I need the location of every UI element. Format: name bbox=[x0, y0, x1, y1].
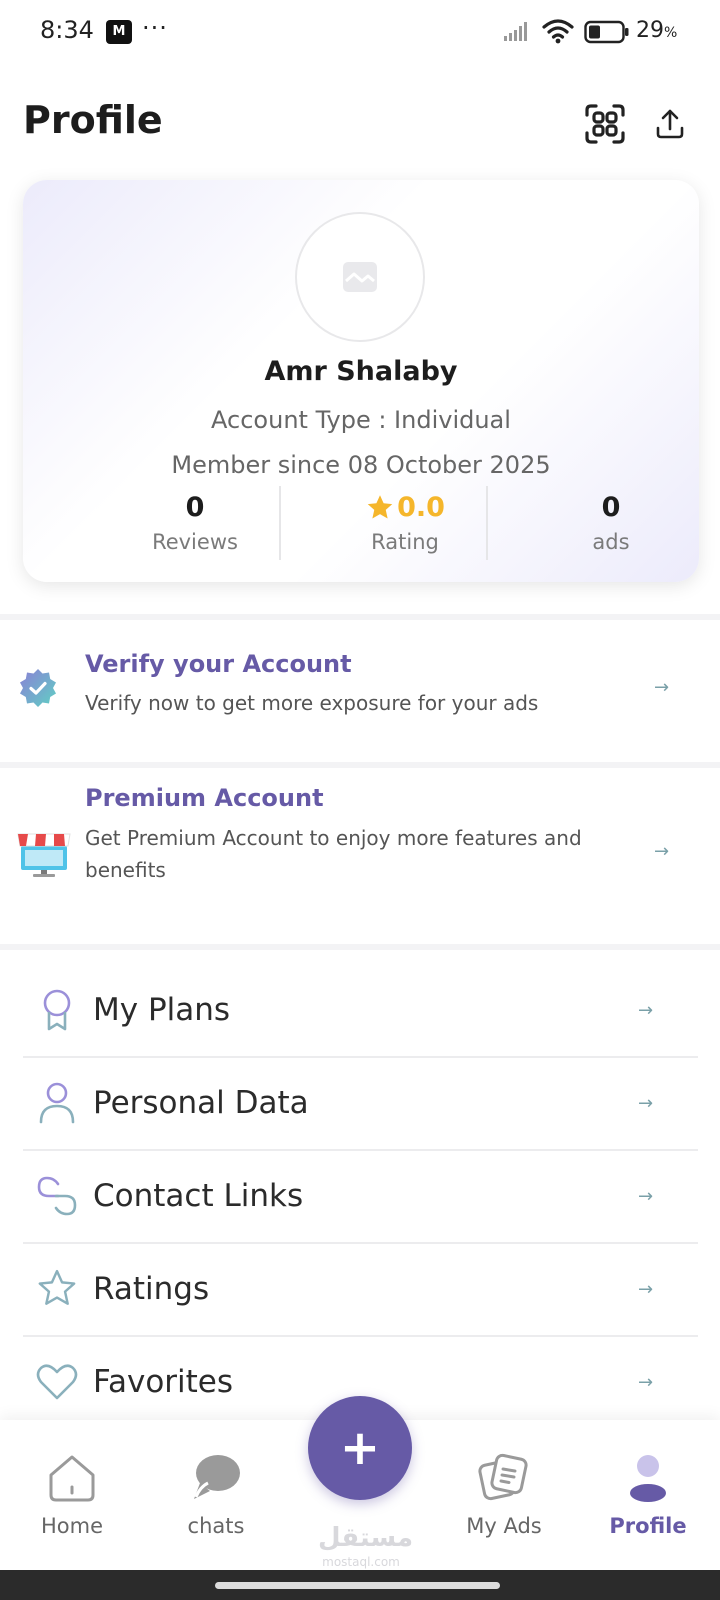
notification-app-icon: M bbox=[106, 20, 132, 44]
stat-reviews[interactable]: 0 Reviews bbox=[95, 490, 295, 554]
account-type: Account Type : Individual bbox=[211, 406, 511, 434]
arrow-right-icon: → bbox=[654, 841, 670, 862]
arrow-right-icon: → bbox=[654, 677, 670, 698]
star-icon bbox=[35, 1267, 79, 1311]
ads-label: ads bbox=[592, 530, 630, 554]
premium-description: Get Premium Account to enjoy more featur… bbox=[85, 826, 582, 882]
ads-icon bbox=[444, 1450, 564, 1506]
nav-label: My Ads bbox=[466, 1514, 542, 1538]
menu-item-ratings[interactable]: Ratings → bbox=[23, 1245, 698, 1337]
menu-label: Ratings bbox=[93, 1271, 210, 1307]
nav-label: chats bbox=[187, 1514, 245, 1538]
reviews-label: Reviews bbox=[152, 530, 238, 554]
verify-title: Verify your Account bbox=[85, 650, 352, 678]
stat-rating[interactable]: 0.0 Rating bbox=[305, 490, 505, 554]
section-separator bbox=[0, 944, 720, 950]
verified-badge-icon bbox=[16, 666, 60, 714]
nav-label: Home bbox=[40, 1514, 103, 1538]
reviews-count: 0 bbox=[185, 492, 205, 523]
profile-icon bbox=[588, 1450, 708, 1506]
signal-icon bbox=[504, 20, 530, 46]
user-icon bbox=[35, 1081, 79, 1125]
stat-divider bbox=[279, 486, 281, 560]
nav-chats[interactable]: chats bbox=[156, 1450, 276, 1538]
nav-home[interactable]: Home bbox=[12, 1450, 132, 1538]
menu-label: Personal Data bbox=[93, 1085, 309, 1121]
ads-count: 0 bbox=[601, 492, 621, 523]
arrow-right-icon: → bbox=[638, 1279, 654, 1300]
battery-percent: 29% bbox=[636, 18, 678, 43]
menu-label: Contact Links bbox=[93, 1178, 304, 1214]
award-icon bbox=[35, 988, 79, 1032]
page-title: Profile bbox=[23, 98, 163, 142]
chat-icon bbox=[156, 1450, 276, 1506]
wifi-icon bbox=[542, 18, 574, 48]
profile-name: Amr Shalaby bbox=[264, 356, 458, 387]
arrow-right-icon: → bbox=[638, 1093, 654, 1114]
system-gesture-area bbox=[0, 1570, 720, 1600]
nav-profile[interactable]: Profile bbox=[588, 1450, 708, 1538]
image-placeholder-icon bbox=[343, 262, 377, 292]
avatar[interactable] bbox=[295, 212, 425, 342]
store-icon bbox=[16, 832, 72, 882]
menu-label: Favorites bbox=[93, 1364, 234, 1400]
menu-item-my-plans[interactable]: My Plans → bbox=[23, 966, 698, 1058]
more-notifications-icon: ··· bbox=[142, 14, 168, 42]
share-icon[interactable] bbox=[648, 102, 692, 146]
plus-icon: + bbox=[339, 1420, 381, 1476]
star-filled-icon bbox=[367, 495, 393, 519]
qr-scan-icon[interactable] bbox=[583, 102, 627, 146]
verify-description: Verify now to get more exposure for your… bbox=[85, 691, 539, 715]
rating-label: Rating bbox=[371, 530, 439, 554]
status-bar: 8:34 M ··· 29% bbox=[0, 0, 720, 64]
profile-card: Amr Shalaby Account Type : Individual Me… bbox=[23, 180, 699, 582]
arrow-right-icon: → bbox=[638, 1372, 654, 1393]
add-ad-button[interactable]: + bbox=[308, 1396, 412, 1500]
link-icon bbox=[35, 1174, 79, 1218]
member-since: Member since 08 October 2025 bbox=[171, 451, 551, 479]
premium-title: Premium Account bbox=[85, 784, 324, 812]
watermark-logo: مستقل mostaql.com bbox=[318, 1523, 414, 1569]
heart-icon bbox=[35, 1360, 79, 1404]
status-time: 8:34 bbox=[40, 16, 94, 44]
home-gesture-bar[interactable] bbox=[215, 1582, 500, 1589]
premium-account-row[interactable]: Premium Account Get Premium Account to e… bbox=[0, 768, 720, 944]
stat-divider bbox=[486, 486, 488, 560]
verify-account-row[interactable]: Verify your Account Verify now to get mo… bbox=[0, 620, 720, 762]
battery-icon bbox=[584, 20, 630, 48]
home-icon bbox=[12, 1450, 132, 1506]
nav-label: Profile bbox=[609, 1514, 687, 1538]
menu-item-contact-links[interactable]: Contact Links → bbox=[23, 1152, 698, 1244]
arrow-right-icon: → bbox=[638, 1186, 654, 1207]
nav-my-ads[interactable]: My Ads bbox=[444, 1450, 564, 1538]
menu-label: My Plans bbox=[93, 992, 231, 1028]
menu-item-personal-data[interactable]: Personal Data → bbox=[23, 1059, 698, 1151]
arrow-right-icon: → bbox=[638, 1000, 654, 1021]
rating-value: 0.0 bbox=[397, 492, 445, 523]
stat-ads[interactable]: 0 ads bbox=[511, 490, 711, 554]
